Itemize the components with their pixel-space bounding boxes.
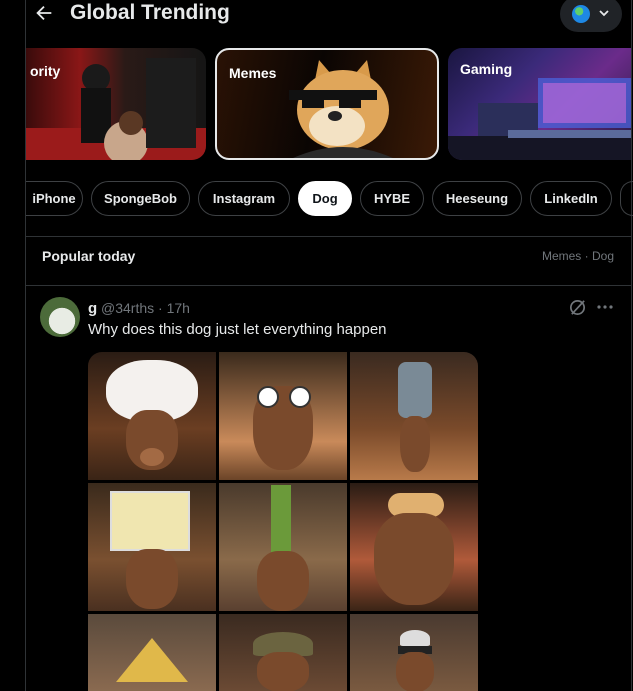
trend-card-gaming[interactable]: Gaming [448,48,631,160]
tweet-image[interactable] [88,614,216,691]
grok-icon[interactable] [568,298,587,317]
more-options-icon[interactable] [596,298,614,316]
trend-card-memes[interactable]: Memes [215,48,439,160]
chip-overflow[interactable] [620,181,633,216]
chip-dog[interactable]: Dog [298,181,352,216]
region-selector-button[interactable] [560,0,622,32]
tweet-image[interactable] [219,483,347,611]
globe-icon [572,5,590,23]
chip-instagram[interactable]: Instagram [198,181,290,216]
tweet-image[interactable] [88,352,216,480]
card-label: Memes [229,65,277,81]
chip-iphone[interactable]: iPhone [26,181,83,216]
chip-hybe[interactable]: HYBE [360,181,424,216]
tweet-image[interactable] [350,352,478,480]
tweet-image-grid[interactable] [88,352,478,691]
card-label: ority [30,63,61,79]
chevron-down-icon [599,10,609,17]
header: Global Trending [0,0,633,32]
card-label: Gaming [460,61,513,77]
tweet-text: Why does this dog just let everything ha… [88,321,387,338]
divider [26,236,631,237]
page-title: Global Trending [70,1,230,24]
avatar[interactable] [40,297,80,337]
chip-heeseung[interactable]: Heeseung [432,181,522,216]
tweet-image[interactable] [350,483,478,611]
tweet-image[interactable] [350,614,478,691]
trend-card-left[interactable]: ority [26,48,206,160]
tweet-image[interactable] [219,352,347,480]
chip-linkedin[interactable]: LinkedIn [530,181,612,216]
tweet-handle-time[interactable]: @34rths · 17h [101,300,190,316]
back-arrow-icon[interactable] [33,2,55,24]
tweet-author[interactable]: g [88,300,97,317]
popular-today-heading: Popular today [42,248,136,264]
chip-spongebob[interactable]: SpongeBob [91,181,190,216]
tweet-image[interactable] [88,483,216,611]
tweet-image[interactable] [219,614,347,691]
popular-today-meta: Memes · Dog [541,249,614,263]
